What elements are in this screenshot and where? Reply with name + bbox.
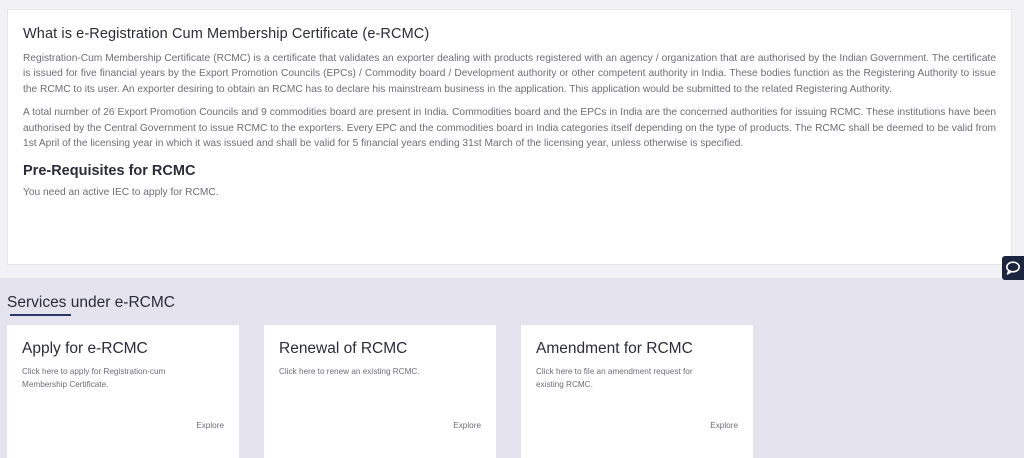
service-card-amendment[interactable]: Amendment for RCMC Click here to file an… <box>521 325 753 458</box>
chat-icon <box>1006 261 1020 275</box>
service-card-title: Amendment for RCMC <box>536 340 693 357</box>
explore-link[interactable]: Explore <box>453 421 481 430</box>
explore-link[interactable]: Explore <box>710 421 738 430</box>
explore-link[interactable]: Explore <box>196 421 224 430</box>
prerequisites-title: Pre-Requisites for RCMC <box>23 163 196 180</box>
service-card-description: Click here to apply for Registration-cum… <box>22 367 166 389</box>
chat-button[interactable] <box>1002 256 1024 280</box>
info-card: What is e-Registration Cum Membership Ce… <box>7 9 1012 265</box>
service-card-title: Apply for e-RCMC <box>22 340 148 357</box>
service-card-title: Renewal of RCMC <box>279 340 408 357</box>
services-title-underline <box>10 314 71 316</box>
info-paragraph-2: A total number of 26 Export Promotion Co… <box>23 107 996 150</box>
prerequisites-text: You need an active IEC to apply for RCMC… <box>23 187 219 199</box>
info-paragraph-1: Registration-Cum Membership Certificate … <box>23 53 996 95</box>
service-card-description: Click here to file an amendment request … <box>536 367 693 389</box>
service-card-renewal[interactable]: Renewal of RCMC Click here to renew an e… <box>264 325 496 458</box>
service-card-apply[interactable]: Apply for e-RCMC Click here to apply for… <box>7 325 239 458</box>
info-title: What is e-Registration Cum Membership Ce… <box>23 26 430 42</box>
services-title: Services under e-RCMC <box>7 294 175 311</box>
service-card-description: Click here to renew an existing RCMC. <box>279 367 420 376</box>
